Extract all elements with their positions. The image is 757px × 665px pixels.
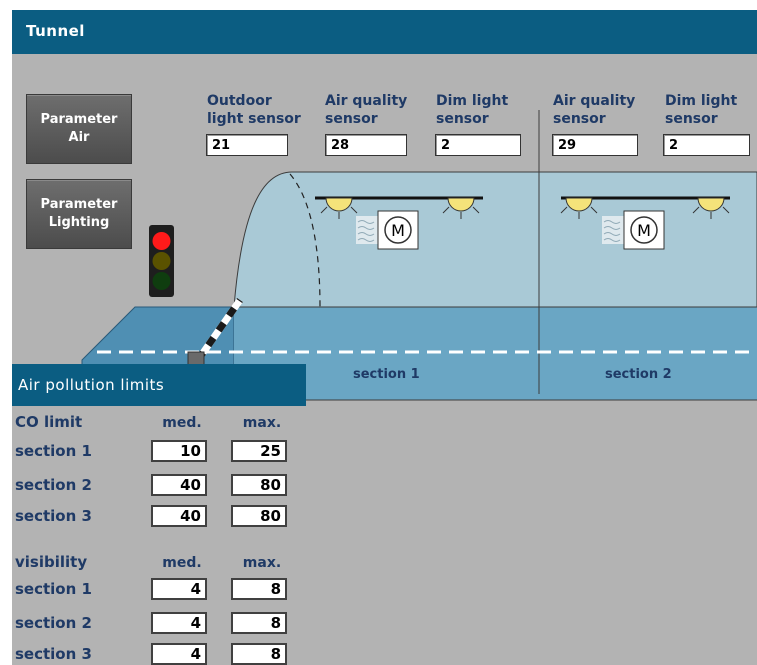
traffic-light-green [152,272,171,290]
visibility-max-field-3[interactable]: 8 [231,643,287,665]
visibility-med-field-2[interactable]: 4 [151,612,207,634]
co-med-field-3[interactable]: 40 [151,505,207,527]
outdoor-light-sensor-value[interactable]: 21 [206,134,288,156]
co-max-field-3[interactable]: 80 [231,505,287,527]
sensor-label-line1: Outdoor [207,93,272,109]
tunnel-dome [233,171,757,308]
sensor-label-line1: Air quality [553,93,636,109]
traffic-light-red [152,232,171,250]
section-2-label: section 2 [605,367,672,382]
co-med-field-2[interactable]: 40 [151,474,207,496]
sensor-label-line2: sensor [325,111,378,127]
dim-light-sensor-2-label: Dim light sensor [665,92,737,128]
sensor-label-line1: Dim light [436,93,509,109]
co-row-label-3: section 3 [15,507,92,525]
traffic-light-amber [152,252,171,270]
parameter-air-label: Parameter Air [40,112,118,145]
outdoor-light-sensor-label: Outdoor light sensor [207,92,301,128]
air-quality-sensor-2-label: Air quality sensor [553,92,635,128]
visibility-med-header: med. [162,555,202,571]
visibility-row-label-2: section 2 [15,614,92,632]
air-pollution-panel-header: Air pollution limits [12,364,306,406]
svg-text:M: M [637,221,651,240]
air-pollution-panel-title: Air pollution limits [18,376,165,394]
parameter-lighting-button[interactable]: Parameter Lighting [26,179,132,249]
visibility-header: visibility [15,553,88,571]
parameter-lighting-label: Parameter Lighting [40,197,118,230]
sensor-label-line2: sensor [665,111,718,127]
svg-text:M: M [391,221,405,240]
dim-light-sensor-1-label: Dim light sensor [436,92,508,128]
visibility-row-label-1: section 1 [15,580,92,598]
co-row-label-1: section 1 [15,442,92,460]
air-quality-sensor-1-value[interactable]: 28 [325,134,407,156]
co-row-label-2: section 2 [15,476,92,494]
visibility-max-field-2[interactable]: 8 [231,612,287,634]
sensor-label-line1: Dim light [665,93,738,109]
visibility-med-field-3[interactable]: 4 [151,643,207,665]
dim-light-sensor-1-value[interactable]: 2 [435,134,521,156]
sensor-label-line2: light sensor [207,111,301,127]
co-max-header: max. [242,415,282,431]
section-1-label: section 1 [353,367,420,382]
co-med-field-1[interactable]: 10 [151,440,207,462]
visibility-max-field-1[interactable]: 8 [231,578,287,600]
sensor-label-line2: sensor [553,111,606,127]
co-max-field-1[interactable]: 25 [231,440,287,462]
ventilation-motor-icon-2: M [602,210,665,250]
dim-light-sensor-2-value[interactable]: 2 [663,134,750,156]
parameter-air-button[interactable]: Parameter Air [26,94,132,164]
visibility-med-field-1[interactable]: 4 [151,578,207,600]
ventilation-motor-icon-1: M [356,210,419,250]
sensor-label-line1: Air quality [325,93,408,109]
co-med-header: med. [162,415,202,431]
co-max-field-2[interactable]: 80 [231,474,287,496]
screen: Tunnel M M Parameter Air Parameter Light… [0,0,757,665]
hmi-window: Tunnel M M Parameter Air Parameter Light… [12,10,757,665]
sensor-label-line2: sensor [436,111,489,127]
air-quality-sensor-2-value[interactable]: 29 [552,134,638,156]
visibility-max-header: max. [242,555,282,571]
co-limit-header: CO limit [15,413,83,431]
air-quality-sensor-1-label: Air quality sensor [325,92,407,128]
visibility-row-label-3: section 3 [15,645,92,663]
